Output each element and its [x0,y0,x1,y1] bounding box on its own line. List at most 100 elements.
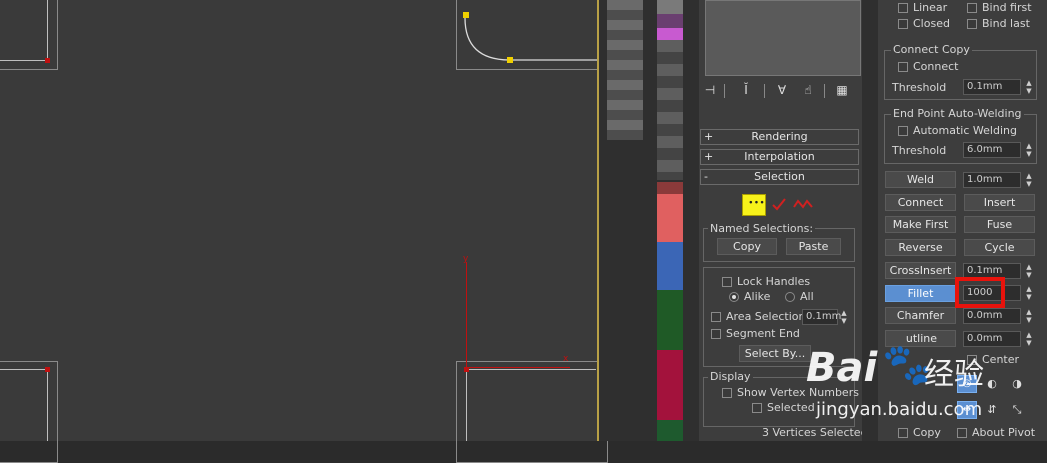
bind-last-checkbox[interactable] [967,19,977,29]
pin-stack-icon[interactable]: ⊣ [702,82,718,98]
alike-radio[interactable] [729,292,739,302]
spline-level-icon[interactable] [793,197,813,211]
reverse-button[interactable]: Reverse [885,239,956,256]
modifier-stack-list[interactable] [705,0,861,76]
paste-selection-button[interactable]: Paste [786,238,841,255]
axis-y-label: y [463,254,469,264]
mosaic-block [657,290,683,350]
mosaic-block [607,0,643,140]
spinner-arrows[interactable]: ▲ ▼ [1024,308,1034,324]
vertex-selected[interactable] [463,12,469,18]
segment-level-icon[interactable] [771,197,787,211]
welding-threshold-field[interactable]: 6.0mm [963,142,1021,158]
spinner-arrows[interactable]: ▲ ▼ [1024,79,1034,95]
weld-spinner[interactable]: 1.0mm ▲ ▼ [963,172,1035,188]
segment-end-checkbox[interactable] [711,329,721,339]
chamfer-button[interactable]: Chamfer [885,307,956,324]
vertex[interactable] [45,367,50,372]
shape-edge [466,369,467,441]
weld-button[interactable]: Weld [885,171,956,188]
connect-threshold-label: Threshold [892,81,947,94]
shape-edge [466,369,596,370]
select-by-button[interactable]: Select By... [739,345,811,362]
rollout-interpolation[interactable]: + Interpolation [700,149,859,165]
configure-modifier-sets-icon[interactable]: ▦ [834,82,850,98]
fuse-button[interactable]: Fuse [964,216,1035,233]
chamfer-spinner[interactable]: 0.0mm ▲ ▼ [963,308,1035,324]
connect-threshold-spinner[interactable]: 0.1mm ▲ ▼ [963,79,1035,95]
viewport[interactable]: y x [0,0,608,463]
cycle-button[interactable]: Cycle [964,239,1035,256]
vertex-selected[interactable] [507,57,513,63]
show-vertex-numbers-checkbox[interactable] [722,388,732,398]
mosaic-block [657,14,683,28]
welding-threshold-label: Threshold [892,144,947,157]
shape-edge [47,369,48,441]
mosaic-block [657,420,683,441]
watermark-brand: Bai [806,345,878,391]
copy-selection-button[interactable]: Copy [717,238,777,255]
connect-button[interactable]: Connect [885,194,956,211]
baidu-watermark: Bai 🐾 经验 jingyan.baidu.com [806,335,1016,435]
linear-checkbox[interactable] [898,3,908,13]
axis-x-line [466,367,570,368]
shape-frame-bottom-left [0,361,58,463]
shape-edge [47,0,48,60]
make-first-button[interactable]: Make First [885,216,956,233]
spinner-arrows[interactable]: ▲ ▼ [839,309,849,325]
collapse-icon: - [704,170,708,183]
insert-button[interactable]: Insert [964,194,1035,211]
toolbar-divider [764,84,765,98]
toolbar-divider [724,84,725,98]
lock-handles-label: Lock Handles [737,275,811,288]
vertex[interactable] [45,58,50,63]
named-selections-label: Named Selections: [708,222,816,235]
vertex-level-button[interactable]: ∙∙∙ [742,194,766,216]
weld-field[interactable]: 1.0mm [963,172,1021,188]
automatic-welding-checkbox[interactable] [898,126,908,136]
welding-threshold-spinner[interactable]: 6.0mm ▲ ▼ [963,142,1035,158]
spinner-arrows[interactable]: ▲ ▼ [1024,285,1034,301]
area-selection-label: Area Selection: [726,310,810,323]
connect-checkbox[interactable] [898,62,908,72]
mosaic-block [657,0,683,14]
expand-icon: + [704,150,714,163]
shape-frame-bottom-right [456,361,608,463]
rollout-title: Interpolation [744,150,815,163]
spinner-arrows[interactable]: ▲ ▼ [1024,263,1034,279]
bind-first-checkbox[interactable] [967,3,977,13]
spinner-arrows[interactable]: ▲ ▼ [1024,142,1034,158]
display-label: Display [708,370,753,383]
area-selection-field[interactable]: 0.1mm [802,309,841,325]
rollout-rendering[interactable]: + Rendering [700,129,859,145]
lock-handles-checkbox[interactable] [722,277,732,287]
vertex-icon: ∙∙∙ [748,198,765,208]
show-end-result-icon[interactable]: Ĭ [738,82,754,98]
remove-modifier-icon[interactable]: ☝ [800,82,816,98]
mosaic-block [657,242,683,290]
expand-icon: + [704,130,714,143]
spinner-arrows[interactable]: ▲ ▼ [1024,172,1034,188]
end-point-welding-label: End Point Auto-Welding [891,107,1024,120]
spinner-arrows[interactable]: ▲ ▼ [1024,331,1034,347]
selected-only-checkbox[interactable] [752,403,762,413]
mosaic-block [657,194,683,242]
connect-threshold-field[interactable]: 0.1mm [963,79,1021,95]
all-label: All [800,290,814,303]
make-unique-icon[interactable]: ∀ [774,82,790,98]
fillet-button[interactable]: Fillet [885,285,956,302]
rollout-selection[interactable]: - Selection [700,169,859,185]
alike-label: Alike [744,290,771,303]
area-selection-spinner[interactable]: 0.1mm ▲ ▼ [802,309,850,325]
watermark-url: jingyan.baidu.com [816,399,983,420]
closed-checkbox[interactable] [898,19,908,29]
crossinsert-button[interactable]: CrossInsert [885,262,956,279]
closed-label: Closed [913,17,950,30]
fillet-value-highlight [955,277,1005,308]
all-radio[interactable] [785,292,795,302]
area-selection-checkbox[interactable] [711,312,721,322]
chamfer-field[interactable]: 0.0mm [963,308,1021,324]
rollout-title: Rendering [751,130,808,143]
automatic-welding-label: Automatic Welding [913,124,1017,137]
blurred-region [599,0,699,441]
